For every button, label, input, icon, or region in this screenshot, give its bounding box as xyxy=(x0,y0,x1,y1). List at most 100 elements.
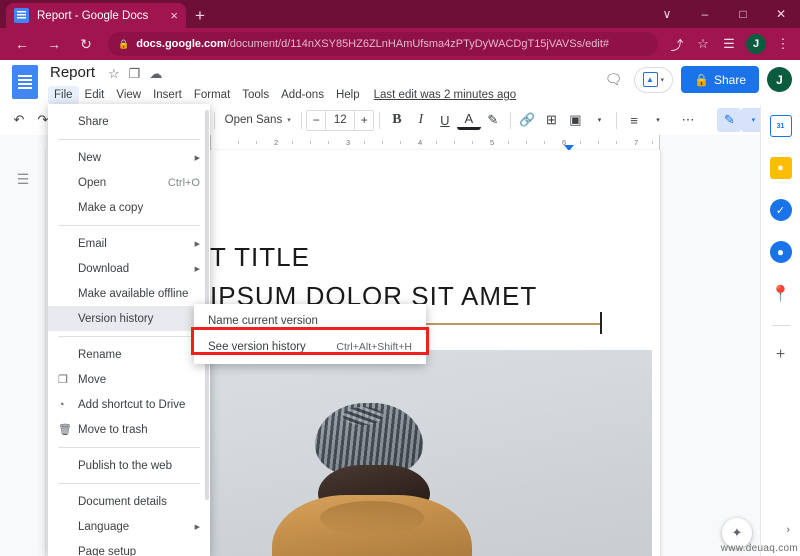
menu-help[interactable]: Help xyxy=(330,86,366,104)
italic-button[interactable]: I xyxy=(409,108,433,132)
file-menu-dropdown[interactable]: Share New ▶ Open Ctrl+O Make a copy Emai… xyxy=(48,104,210,556)
menu-format[interactable]: Format xyxy=(188,86,236,104)
file-menu-item-document-details[interactable]: Document details xyxy=(48,489,210,514)
document-photo[interactable] xyxy=(200,350,652,556)
reload-icon[interactable]: ↻ xyxy=(72,30,100,58)
toolbar-divider xyxy=(300,111,302,129)
font-size-decrease-button[interactable]: − xyxy=(307,113,325,127)
file-menu-item-add-shortcut-to-drive[interactable]: ◔ Add shortcut to Drive xyxy=(48,392,210,417)
share-icon[interactable]: ⤴ xyxy=(664,31,690,57)
menu-view[interactable]: View xyxy=(110,86,147,104)
font-family-value: Open Sans xyxy=(224,114,283,126)
file-menu-item-version-history[interactable]: Version history ▶ xyxy=(48,306,210,331)
ruler-number: 4 xyxy=(418,138,423,147)
menu-item-label: Language xyxy=(78,520,130,533)
expand-panel-icon[interactable]: › xyxy=(786,524,790,536)
chevron-down-icon: ▾ xyxy=(287,117,291,124)
underline-button[interactable]: U xyxy=(433,108,457,132)
document-outline-icon[interactable]: ☰ xyxy=(12,168,34,190)
star-icon[interactable]: ☆ xyxy=(108,66,120,82)
ruler-number: 7 xyxy=(634,138,639,147)
comment-history-icon[interactable]: 🗨 xyxy=(602,68,626,92)
google-calendar-icon[interactable]: 31 xyxy=(769,115,792,137)
chevron-down-icon[interactable]: ▾ xyxy=(646,108,670,132)
file-menu-item-page-setup[interactable]: Page setup xyxy=(48,539,210,556)
google-keep-icon[interactable]: ● xyxy=(769,157,792,179)
back-icon[interactable]: ← xyxy=(8,30,36,58)
move-to-folder-icon[interactable]: ❐ xyxy=(129,66,141,82)
align-icon[interactable]: ≡ xyxy=(622,108,646,132)
submenu-item-name-current-version[interactable]: Name current version xyxy=(194,308,426,334)
add-addon-icon[interactable]: + xyxy=(770,344,792,366)
doc-heading-line-1: T TITLE xyxy=(210,242,310,272)
trash-icon: 🗑 xyxy=(58,424,72,436)
file-menu-item-move-to-trash[interactable]: 🗑 Move to trash xyxy=(48,417,210,442)
browser-profile-avatar[interactable]: J xyxy=(746,34,766,54)
app-root: Report - Google Docs × + ∨ – □ ✕ ← → ↻ 🔒… xyxy=(0,0,800,556)
menu-tools[interactable]: Tools xyxy=(236,86,275,104)
new-tab-button[interactable]: + xyxy=(190,6,210,26)
submenu-item-see-version-history[interactable]: See version history Ctrl+Alt+Shift+H xyxy=(194,334,426,360)
more-options-icon[interactable]: ⋯ xyxy=(676,108,700,132)
omnibox-actions: ⤴ ☆ ☰ J ⋮ xyxy=(664,31,800,57)
file-menu-item-email[interactable]: Email ▶ xyxy=(48,231,210,256)
file-menu-item-open[interactable]: Open Ctrl+O xyxy=(48,170,210,195)
file-menu-item-rename[interactable]: Rename xyxy=(48,342,210,367)
google-docs-logo-icon[interactable] xyxy=(12,65,38,99)
reading-list-icon[interactable]: ☰ xyxy=(716,31,742,57)
file-menu-item-new[interactable]: New ▶ xyxy=(48,145,210,170)
text-color-button[interactable]: A xyxy=(456,111,481,130)
forward-icon[interactable]: → xyxy=(40,30,68,58)
bookmark-star-icon[interactable]: ☆ xyxy=(690,31,716,57)
browser-menu-icon[interactable]: ⋮ xyxy=(770,31,796,57)
file-menu-item-download[interactable]: Download ▶ xyxy=(48,256,210,281)
google-maps-icon[interactable]: 📍 xyxy=(770,283,792,305)
file-menu-item-publish-to-the-web[interactable]: Publish to the web xyxy=(48,453,210,478)
menu-edit[interactable]: Edit xyxy=(79,86,111,104)
file-menu-item-make-available-offline[interactable]: Make available offline xyxy=(48,281,210,306)
document-title[interactable]: Report xyxy=(50,64,95,81)
cloud-saved-icon[interactable]: ☁ xyxy=(149,66,162,82)
insert-image-icon[interactable]: ▣ xyxy=(563,108,587,132)
bold-button[interactable]: B xyxy=(385,108,409,132)
last-edit-label[interactable]: Last edit was 2 minutes ago xyxy=(374,89,517,101)
toolbar-divider xyxy=(509,111,511,129)
address-bar[interactable]: 🔒 docs.google.com/document/d/114nXSY85HZ… xyxy=(108,32,658,56)
present-button[interactable]: ▲ ▾ xyxy=(633,66,674,93)
menu-addons[interactable]: Add-ons xyxy=(275,86,330,104)
file-menu-item-share[interactable]: Share xyxy=(48,109,210,134)
highlight-color-icon[interactable]: ✎ xyxy=(481,108,505,132)
menu-file[interactable]: File xyxy=(48,86,79,104)
menu-divider xyxy=(58,336,200,337)
font-family-dropdown[interactable]: Open Sans ▾ xyxy=(220,108,296,132)
share-button[interactable]: 🔒 Share xyxy=(681,66,759,93)
font-size-stepper[interactable]: − 12 + xyxy=(306,109,375,131)
title-icon-group: ☆ ❐ ☁ xyxy=(108,66,162,82)
chevron-down-icon[interactable]: ∨ xyxy=(648,0,686,28)
add-comment-icon[interactable]: ⊞ xyxy=(539,108,563,132)
file-menu-item-make-a-copy[interactable]: Make a copy xyxy=(48,195,210,220)
maximize-icon[interactable]: □ xyxy=(724,0,762,28)
editing-mode-icon[interactable]: ✎ xyxy=(717,108,742,132)
menu-insert[interactable]: Insert xyxy=(147,86,188,104)
minimize-icon[interactable]: – xyxy=(686,0,724,28)
browser-titlebar: Report - Google Docs × + ∨ – □ ✕ xyxy=(0,0,800,28)
font-size-input[interactable]: 12 xyxy=(325,109,356,131)
tab-close-icon[interactable]: × xyxy=(170,9,178,22)
ruler-number: 3 xyxy=(346,138,351,147)
chevron-down-icon[interactable]: ▾ xyxy=(587,108,611,132)
menu-item-shortcut: Ctrl+Alt+Shift+H xyxy=(336,341,412,353)
browser-tab[interactable]: Report - Google Docs × xyxy=(6,3,186,28)
file-menu-item-move[interactable]: ❐ Move xyxy=(48,367,210,392)
undo-icon[interactable]: ↶ xyxy=(7,108,31,132)
file-menu-item-language[interactable]: Language ▶ xyxy=(48,514,210,539)
lock-icon: 🔒 xyxy=(694,72,709,87)
version-history-submenu[interactable]: Name current version See version history… xyxy=(194,304,426,364)
font-size-increase-button[interactable]: + xyxy=(355,113,373,127)
google-docs-favicon-icon xyxy=(14,8,29,23)
google-contacts-icon[interactable]: ● xyxy=(769,241,792,263)
close-window-icon[interactable]: ✕ xyxy=(762,0,800,28)
account-avatar[interactable]: J xyxy=(767,67,792,92)
google-tasks-icon[interactable]: ✓ xyxy=(769,199,792,221)
insert-link-icon[interactable]: 🔗 xyxy=(515,108,539,132)
